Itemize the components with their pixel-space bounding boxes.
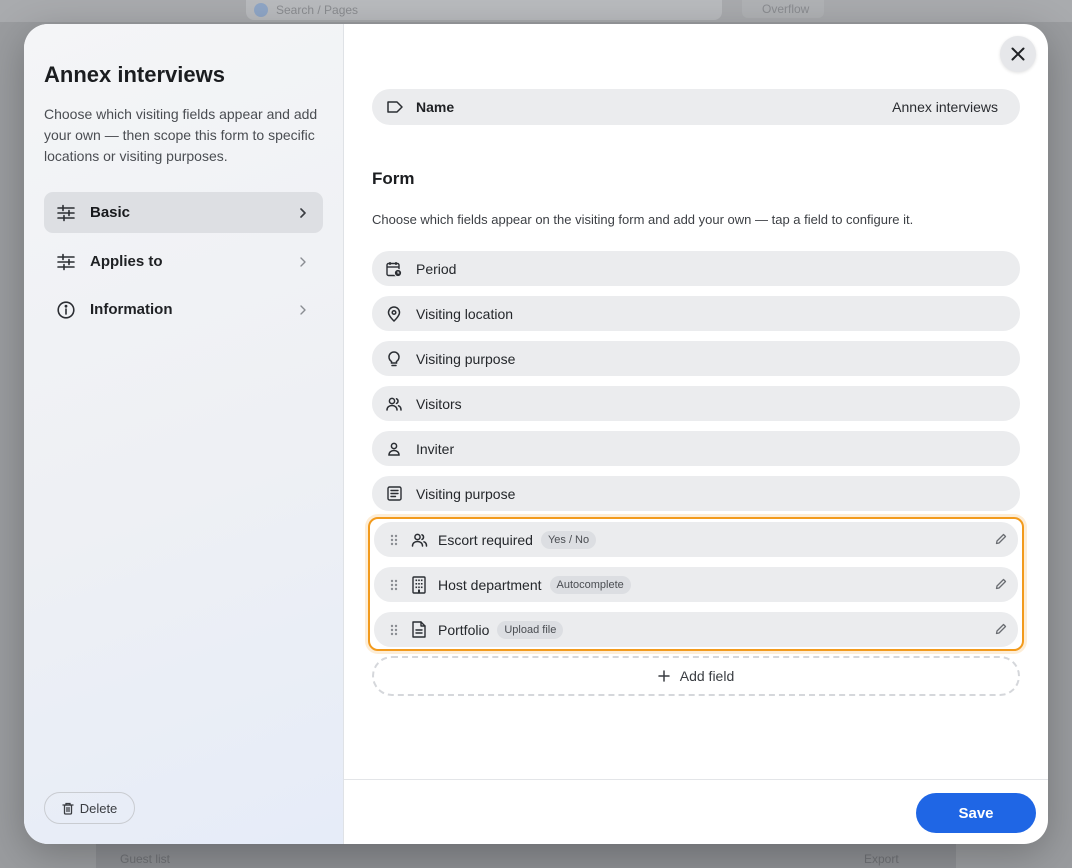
main-panel: Name Annex interviews Form Choose which … xyxy=(344,24,1048,844)
sidebar-item-applies-to[interactable]: Applies to xyxy=(44,241,323,282)
field-label: Inviter xyxy=(416,440,455,457)
pencil-icon[interactable] xyxy=(994,622,1008,636)
form-section-title: Form xyxy=(372,169,415,188)
custom-field-host-department[interactable]: Host department Autocomplete xyxy=(374,567,1018,602)
field-type-badge: Autocomplete xyxy=(549,575,631,594)
field-visiting-purpose[interactable]: Visiting purpose xyxy=(372,341,1020,376)
custom-fields-group: Escort required Yes / No Host department… xyxy=(368,517,1024,651)
background-pill: Overflow xyxy=(742,0,824,18)
field-inviter[interactable]: Inviter xyxy=(372,431,1020,466)
custom-field-escort-required[interactable]: Escort required Yes / No xyxy=(374,522,1018,557)
add-field-label: Add field xyxy=(679,668,735,684)
background-search-icon xyxy=(254,3,268,17)
background-pill-text: Overflow xyxy=(762,2,810,16)
field-label: Host department xyxy=(438,576,542,593)
background-bottom-left: Guest list xyxy=(120,852,171,866)
chevron-right-icon xyxy=(295,205,311,221)
pencil-icon[interactable] xyxy=(994,577,1008,591)
people-icon xyxy=(386,396,402,412)
modal-title: Annex interviews xyxy=(44,62,225,87)
location-pin-icon xyxy=(386,305,402,322)
drag-handle-icon[interactable] xyxy=(388,622,400,638)
close-icon xyxy=(1011,47,1025,61)
field-label: Visiting purpose xyxy=(416,350,516,367)
person-icon xyxy=(386,441,402,457)
pencil-icon[interactable] xyxy=(994,532,1008,546)
chevron-right-icon xyxy=(295,254,311,270)
save-button[interactable]: Save xyxy=(916,793,1036,833)
background-search-text: Search / Pages xyxy=(276,3,359,17)
drag-handle-icon[interactable] xyxy=(388,532,400,548)
sidebar-item-label: Applies to xyxy=(90,253,163,270)
drag-handle-icon[interactable] xyxy=(388,577,400,593)
people-icon xyxy=(410,531,428,549)
name-field[interactable]: Name Annex interviews xyxy=(372,89,1020,125)
field-period[interactable]: Period xyxy=(372,251,1020,286)
modal-footer: Save xyxy=(344,779,1048,844)
form-settings-modal: Annex interviews Choose which visiting f… xyxy=(24,24,1048,844)
name-value: Annex interviews xyxy=(892,99,998,115)
close-button[interactable] xyxy=(1000,36,1036,72)
background-bottom-bar: Guest list Export xyxy=(96,844,956,868)
field-visiting-location[interactable]: Visiting location xyxy=(372,296,1020,331)
field-visiting-purpose-notes[interactable]: Visiting purpose xyxy=(372,476,1020,511)
delete-label: Delete xyxy=(79,800,118,816)
sidebar-item-label: Basic xyxy=(90,204,131,221)
field-label: Escort required xyxy=(438,531,533,548)
sidebar-item-information[interactable]: Information xyxy=(44,289,323,330)
chevron-right-icon xyxy=(295,302,311,318)
tag-icon xyxy=(386,100,404,114)
field-label: Visitors xyxy=(416,395,462,412)
sidebar: Annex interviews Choose which visiting f… xyxy=(24,24,344,844)
field-type-badge: Upload file xyxy=(497,620,564,639)
custom-field-portfolio[interactable]: Portfolio Upload file xyxy=(374,612,1018,647)
building-icon xyxy=(410,575,428,594)
notes-icon xyxy=(386,486,402,502)
plus-icon xyxy=(658,670,670,682)
modal-description: Choose which visiting fields appear and … xyxy=(44,106,318,164)
lightbulb-icon xyxy=(386,350,402,367)
form-section-description: Choose which fields appear on the visiti… xyxy=(372,212,914,227)
delete-button[interactable]: Delete xyxy=(44,792,135,824)
field-label: Portfolio xyxy=(438,621,490,638)
field-visitors[interactable]: Visitors xyxy=(372,386,1020,421)
add-field-button[interactable]: Add field xyxy=(372,656,1020,696)
field-label: Visiting location xyxy=(416,305,514,322)
background-bottom-right: Export xyxy=(864,852,899,866)
sliders-icon xyxy=(56,203,76,223)
info-icon xyxy=(56,300,76,320)
sidebar-item-label: Information xyxy=(90,301,173,318)
document-icon xyxy=(410,621,428,639)
field-type-badge: Yes / No xyxy=(540,530,597,549)
sliders-icon xyxy=(56,252,76,272)
calendar-clock-icon xyxy=(386,261,402,277)
field-label: Visiting purpose xyxy=(416,485,516,502)
trash-icon xyxy=(62,802,74,815)
sidebar-item-basic[interactable]: Basic xyxy=(44,192,323,233)
background-search: Search / Pages xyxy=(246,0,722,20)
field-label: Period xyxy=(416,260,457,277)
name-label: Name xyxy=(416,99,455,115)
